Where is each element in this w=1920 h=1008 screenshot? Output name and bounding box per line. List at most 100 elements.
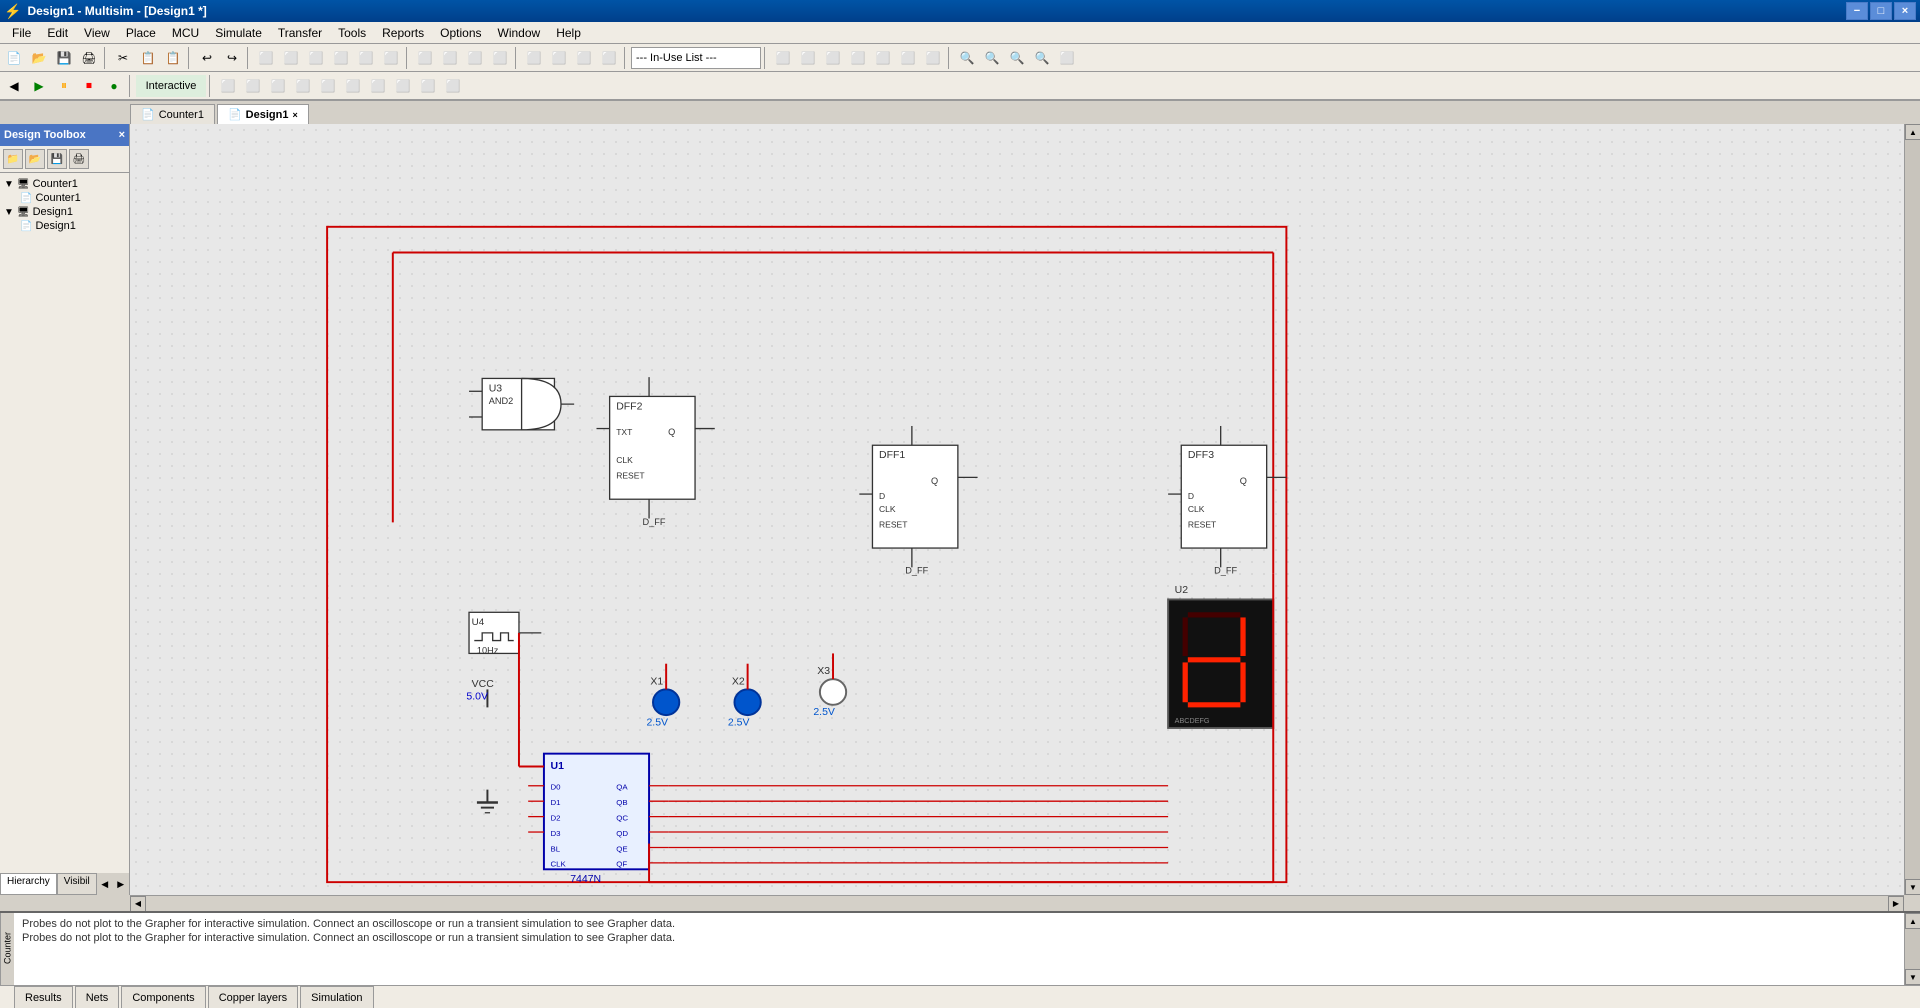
titlebar-buttons[interactable]: − □ × bbox=[1846, 2, 1916, 20]
tab-design1[interactable]: 📄 Design1 × bbox=[217, 104, 309, 124]
toolbox-icon-2[interactable]: 📂 bbox=[25, 149, 45, 169]
schematic-canvas-area[interactable]: U3 AND2 DFF2 CLK bbox=[130, 124, 1904, 895]
tb5-btn4[interactable]: ⬜ bbox=[597, 47, 621, 69]
tb6-btn2[interactable]: ⬜ bbox=[796, 47, 820, 69]
menu-tools[interactable]: Tools bbox=[330, 24, 374, 42]
paste-button[interactable]: 📋 bbox=[161, 47, 185, 69]
prev-btn[interactable]: ◀ bbox=[2, 75, 26, 97]
hier-tab-visibility[interactable]: Visibil bbox=[57, 873, 97, 895]
zoom-menu-button[interactable]: ⬜ bbox=[1055, 47, 1079, 69]
stop-btn[interactable]: ⏹ bbox=[77, 75, 101, 97]
vertical-scrollbar[interactable]: ▲ ▼ bbox=[1904, 124, 1920, 895]
in-use-list-dropdown[interactable]: --- In-Use List --- bbox=[631, 47, 761, 69]
simulation-tab[interactable]: Simulation bbox=[300, 986, 373, 1008]
zoom-in-button[interactable]: 🔍 bbox=[955, 47, 979, 69]
zoom-area-button[interactable]: 🔍 bbox=[1030, 47, 1054, 69]
menu-view[interactable]: View bbox=[76, 24, 118, 42]
grapher-btn10[interactable]: ⬜ bbox=[441, 75, 465, 97]
tb5-btn3[interactable]: ⬜ bbox=[572, 47, 596, 69]
components-tab[interactable]: Components bbox=[121, 986, 205, 1008]
toolbox-icon-3[interactable]: 💾 bbox=[47, 149, 67, 169]
scroll-track[interactable] bbox=[1905, 140, 1920, 879]
scroll-down-button[interactable]: ▼ bbox=[1905, 879, 1920, 895]
tb5-btn2[interactable]: ⬜ bbox=[547, 47, 571, 69]
tb4-btn1[interactable]: ⬜ bbox=[413, 47, 437, 69]
new-button[interactable]: 📄 bbox=[2, 47, 26, 69]
tree-counter1-child[interactable]: 📄 Counter1 bbox=[4, 191, 125, 205]
tb3-btn2[interactable]: ⬜ bbox=[279, 47, 303, 69]
cut-button[interactable]: ✂ bbox=[111, 47, 135, 69]
grapher-btn2[interactable]: ⬜ bbox=[241, 75, 265, 97]
menu-mcu[interactable]: MCU bbox=[164, 24, 207, 42]
bottom-panel-close[interactable]: Counter bbox=[0, 913, 14, 985]
toolbox-icon-4[interactable]: 🖨 bbox=[69, 149, 89, 169]
grapher-btn8[interactable]: ⬜ bbox=[391, 75, 415, 97]
close-button[interactable]: × bbox=[1894, 2, 1916, 20]
tb5-btn1[interactable]: ⬜ bbox=[522, 47, 546, 69]
grapher-btn7[interactable]: ⬜ bbox=[366, 75, 390, 97]
menu-edit[interactable]: Edit bbox=[39, 24, 76, 42]
hier-tab-hierarchy[interactable]: Hierarchy bbox=[0, 873, 57, 895]
tb4-btn2[interactable]: ⬜ bbox=[438, 47, 462, 69]
menu-file[interactable]: File bbox=[4, 24, 39, 42]
print-button[interactable]: 🖨 bbox=[77, 47, 101, 69]
bottom-scroll-up[interactable]: ▲ bbox=[1905, 913, 1920, 929]
copper-layers-tab[interactable]: Copper layers bbox=[208, 986, 298, 1008]
menu-simulate[interactable]: Simulate bbox=[207, 24, 270, 42]
grapher-btn3[interactable]: ⬜ bbox=[266, 75, 290, 97]
play-btn[interactable]: ▶ bbox=[27, 75, 51, 97]
bottom-scroll-down[interactable]: ▼ bbox=[1905, 969, 1920, 985]
record-btn[interactable]: ● bbox=[102, 75, 126, 97]
tb4-btn4[interactable]: ⬜ bbox=[488, 47, 512, 69]
scroll-right-button[interactable]: ▶ bbox=[1888, 896, 1904, 912]
toolbox-icon-1[interactable]: 📁 bbox=[3, 149, 23, 169]
grapher-btn6[interactable]: ⬜ bbox=[341, 75, 365, 97]
open-button[interactable]: 📂 bbox=[27, 47, 51, 69]
tb3-btn1[interactable]: ⬜ bbox=[254, 47, 278, 69]
tab-counter1[interactable]: 📄 Counter1 bbox=[130, 104, 215, 124]
tb6-btn6[interactable]: ⬜ bbox=[896, 47, 920, 69]
tb6-btn3[interactable]: ⬜ bbox=[821, 47, 845, 69]
bottom-right-scrollbar[interactable]: ▲ ▼ bbox=[1904, 913, 1920, 985]
menu-transfer[interactable]: Transfer bbox=[270, 24, 330, 42]
toolbox-icons[interactable]: 📁 📂 💾 🖨 bbox=[0, 146, 129, 173]
grapher-btn9[interactable]: ⬜ bbox=[416, 75, 440, 97]
tb3-btn5[interactable]: ⬜ bbox=[354, 47, 378, 69]
tb3-btn6[interactable]: ⬜ bbox=[379, 47, 403, 69]
hier-nav-right[interactable]: ▶ bbox=[113, 873, 129, 895]
undo-button[interactable]: ↩ bbox=[195, 47, 219, 69]
tb3-btn4[interactable]: ⬜ bbox=[329, 47, 353, 69]
interactive-btn[interactable]: Interactive bbox=[136, 75, 206, 97]
redo-button[interactable]: ↪ bbox=[220, 47, 244, 69]
copy-button[interactable]: 📋 bbox=[136, 47, 160, 69]
tree-counter1-root[interactable]: ▼ 🖥 Counter1 bbox=[4, 177, 125, 191]
tb6-btn1[interactable]: ⬜ bbox=[771, 47, 795, 69]
save-button[interactable]: 💾 bbox=[52, 47, 76, 69]
tree-design1-root[interactable]: ▼ 🖥 Design1 bbox=[4, 205, 125, 219]
grapher-btn4[interactable]: ⬜ bbox=[291, 75, 315, 97]
menu-reports[interactable]: Reports bbox=[374, 24, 432, 42]
zoom-fit-button[interactable]: 🔍 bbox=[1005, 47, 1029, 69]
tree-design1-child[interactable]: 📄 Design1 bbox=[4, 219, 125, 233]
results-tab[interactable]: Results bbox=[14, 986, 73, 1008]
menu-window[interactable]: Window bbox=[490, 24, 549, 42]
hier-nav-left[interactable]: ◀ bbox=[97, 873, 113, 895]
zoom-out-button[interactable]: 🔍 bbox=[980, 47, 1004, 69]
scroll-left-button[interactable]: ◀ bbox=[130, 896, 146, 912]
horizontal-scrollbar[interactable]: ◀ ▶ bbox=[130, 895, 1904, 911]
tb6-btn7[interactable]: ⬜ bbox=[921, 47, 945, 69]
grapher-btn5[interactable]: ⬜ bbox=[316, 75, 340, 97]
tb4-btn3[interactable]: ⬜ bbox=[463, 47, 487, 69]
tb3-btn3[interactable]: ⬜ bbox=[304, 47, 328, 69]
maximize-button[interactable]: □ bbox=[1870, 2, 1892, 20]
scroll-up-button[interactable]: ▲ bbox=[1905, 124, 1920, 140]
toolbox-close-btn[interactable]: × bbox=[119, 129, 125, 141]
tb6-btn4[interactable]: ⬜ bbox=[846, 47, 870, 69]
tab-design1-close[interactable]: × bbox=[292, 110, 297, 120]
menu-place[interactable]: Place bbox=[118, 24, 164, 42]
minimize-button[interactable]: − bbox=[1846, 2, 1868, 20]
nets-tab[interactable]: Nets bbox=[75, 986, 120, 1008]
pause-btn[interactable]: ⏸ bbox=[52, 75, 76, 97]
menu-help[interactable]: Help bbox=[548, 24, 589, 42]
tb6-btn5[interactable]: ⬜ bbox=[871, 47, 895, 69]
